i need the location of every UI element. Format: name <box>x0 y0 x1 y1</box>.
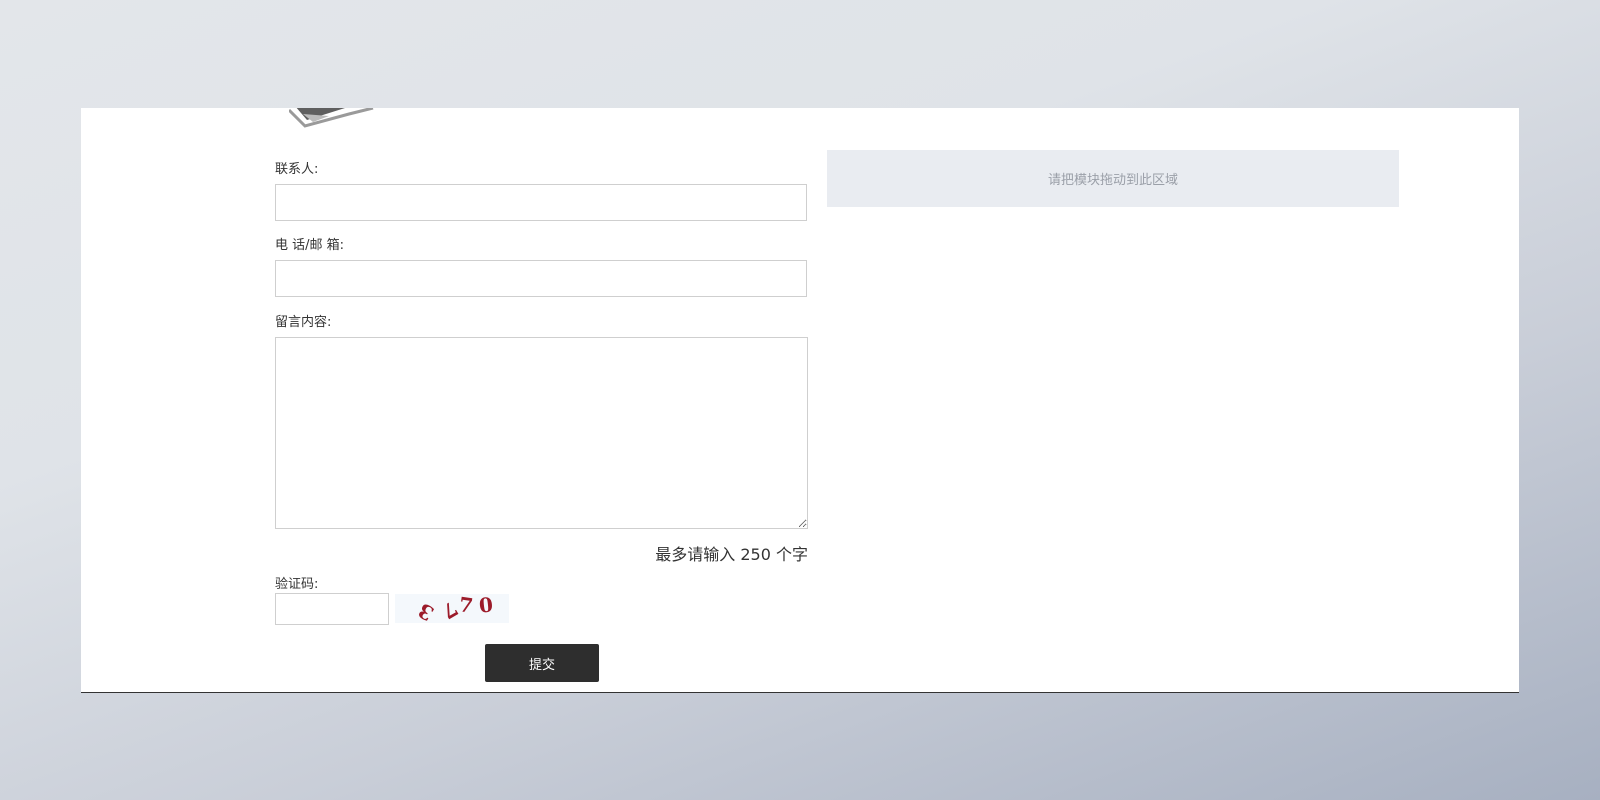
captcha-char: 0 <box>477 592 495 618</box>
phone-email-input[interactable] <box>275 260 807 297</box>
product-image <box>289 108 374 128</box>
captcha-input[interactable] <box>275 593 389 625</box>
captcha-image[interactable]: 3 7 7 0 <box>395 592 509 626</box>
phone-email-label: 电 话/邮 箱: <box>275 238 345 253</box>
captcha-char: 7 <box>457 592 475 618</box>
submit-button[interactable]: 提交 <box>485 644 599 682</box>
message-label: 留言内容: <box>275 315 332 330</box>
captcha-char: 3 <box>413 598 438 626</box>
page-content: 联系人: 电 话/邮 箱: 留言内容: 最多请输入 250 个字 验证码: 3 … <box>81 108 1519 693</box>
char-limit-hint: 最多请输入 250 个字 <box>655 545 808 564</box>
contact-input[interactable] <box>275 184 807 221</box>
captcha-label: 验证码: <box>275 577 319 592</box>
module-drop-zone[interactable]: 请把模块拖动到此区域 <box>827 150 1399 207</box>
message-textarea[interactable] <box>275 337 808 529</box>
contact-label: 联系人: <box>275 162 319 177</box>
drop-zone-text: 请把模块拖动到此区域 <box>1047 173 1178 188</box>
